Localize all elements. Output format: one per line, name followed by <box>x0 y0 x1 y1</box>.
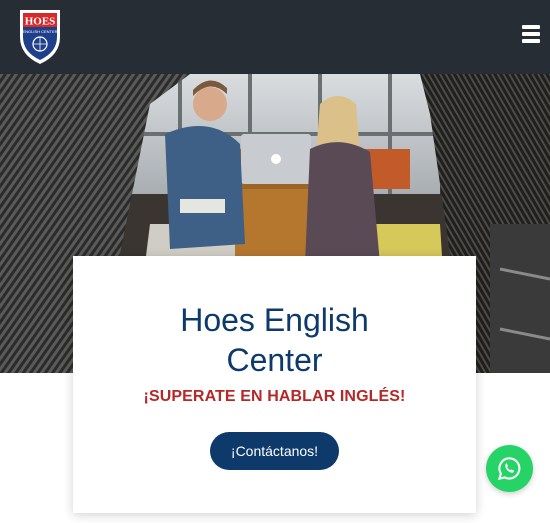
svg-text:HOES: HOES <box>25 16 56 28</box>
hamburger-menu-icon[interactable] <box>522 25 542 44</box>
page-title: Hoes English Center <box>73 300 476 380</box>
whatsapp-icon <box>497 457 521 481</box>
contact-button[interactable]: ¡Contáctanos! <box>210 432 339 470</box>
whatsapp-button[interactable] <box>486 445 533 492</box>
svg-text:ENGLISH CENTER: ENGLISH CENTER <box>22 29 57 34</box>
hoes-logo[interactable]: HOES ENGLISH CENTER <box>18 7 62 65</box>
title-line-2: Center <box>226 342 323 378</box>
top-navbar: HOES ENGLISH CENTER <box>0 0 550 74</box>
title-line-1: Hoes English <box>180 302 369 338</box>
hero-card: Hoes English Center ¡SUPERATE EN HABLAR … <box>73 256 476 513</box>
tagline: ¡SUPERATE EN HABLAR INGLÉS! <box>143 388 406 405</box>
